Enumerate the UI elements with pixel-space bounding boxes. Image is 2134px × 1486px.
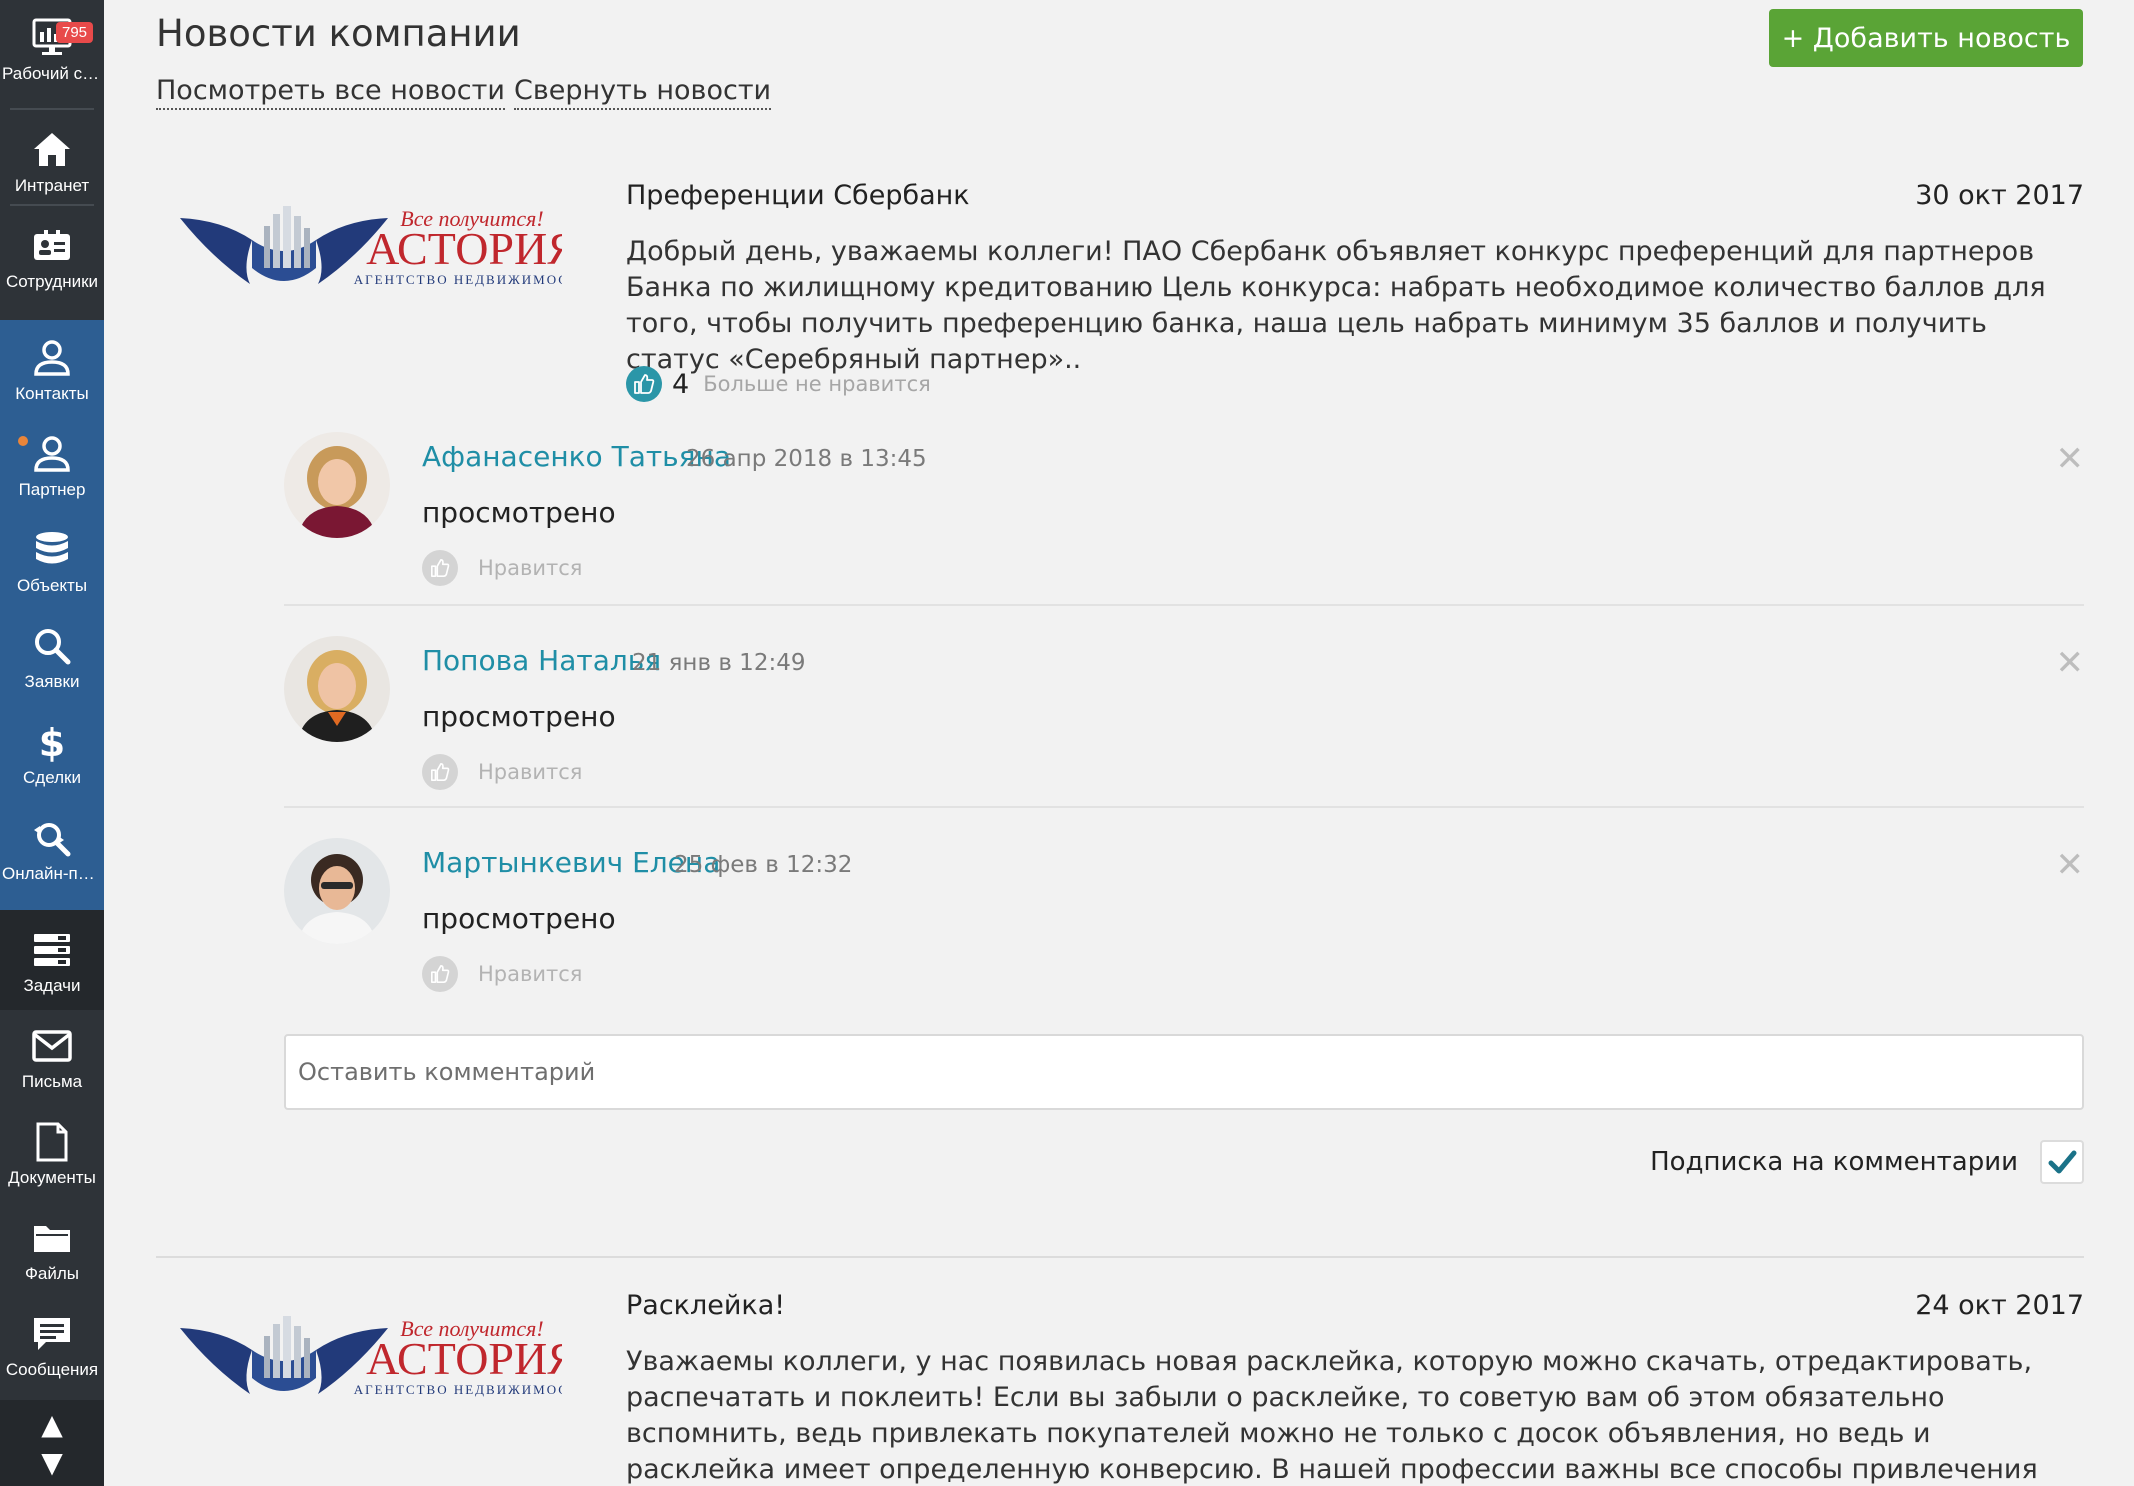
- svg-text:$: $: [39, 721, 65, 764]
- avatar[interactable]: [284, 838, 390, 944]
- news-title[interactable]: Преференции Сбербанк: [626, 180, 970, 211]
- company-logo: Все получится! АСТОРИЯ АГЕНТСТВО НЕДВИЖИ…: [180, 206, 562, 287]
- logo-name: АСТОРИЯ: [366, 223, 562, 274]
- logo-subtitle: АГЕНТСТВО НЕДВИЖИМОСТИ: [354, 272, 562, 287]
- sidebar-item-label: Заявки: [24, 672, 80, 691]
- sidebar-item-requests[interactable]: Заявки: [0, 608, 104, 704]
- comment-author[interactable]: Попова Наталья: [422, 644, 661, 677]
- close-icon[interactable]: ✕: [2056, 442, 2085, 476]
- main-content: Новости компании Посмотреть все новости …: [104, 0, 2134, 1486]
- sidebar-item-label: Файлы: [24, 1264, 79, 1283]
- logo-name: АСТОРИЯ: [366, 1333, 562, 1384]
- sidebar-item-label: Объекты: [16, 576, 88, 595]
- sidebar-item-label: Письма: [21, 1072, 83, 1091]
- comment-date: 26 апр 2018 в 13:45: [686, 446, 927, 472]
- comment-like-label: Нравится: [478, 760, 583, 784]
- subscribe-row: Подписка на комментарии: [1650, 1140, 2084, 1184]
- sidebar-item-intranet[interactable]: Интранет: [0, 112, 104, 208]
- thumbs-up-icon: [634, 374, 655, 394]
- mail-icon: [32, 1030, 72, 1062]
- sidebar-scroll-controls: ▲ ▼: [0, 1404, 104, 1484]
- sidebar: Рабочий стол 795 Интранет Сотрудники Кон…: [0, 0, 104, 1486]
- checkmark-icon: [2048, 1150, 2077, 1174]
- news-date: 24 окт 2017: [1915, 1290, 2084, 1321]
- comment-text: просмотрено: [422, 700, 616, 733]
- sidebar-item-label: Сделки: [23, 768, 81, 787]
- partner-status-dot: [18, 436, 28, 446]
- sidebar-item-messages[interactable]: Сообщения: [0, 1296, 104, 1392]
- sidebar-item-employees[interactable]: Сотрудники: [0, 208, 104, 304]
- message-icon: [34, 1318, 70, 1350]
- database-icon: [36, 532, 68, 564]
- sidebar-item-tasks[interactable]: Задачи: [0, 912, 104, 1008]
- sidebar-item-label: Документы: [8, 1168, 96, 1187]
- news-title[interactable]: Расклейка!: [626, 1290, 785, 1321]
- sidebar-item-contacts[interactable]: Контакты: [0, 320, 104, 416]
- close-icon[interactable]: ✕: [2056, 848, 2085, 882]
- sidebar-item-mail[interactable]: Письма: [0, 1008, 104, 1104]
- comment-like-button[interactable]: Нравится: [422, 550, 582, 586]
- logo-subtitle: АГЕНТСТВО НЕДВИЖИМОСТИ: [354, 1382, 562, 1397]
- comment-like-label: Нравится: [478, 962, 583, 986]
- news-date: 30 окт 2017: [1915, 180, 2084, 211]
- comment-like-button[interactable]: Нравится: [422, 956, 582, 992]
- close-icon[interactable]: ✕: [2056, 646, 2085, 680]
- employee-card-icon: [34, 230, 70, 260]
- comment-author[interactable]: Афанасенко Татьяна: [422, 440, 731, 473]
- comment-date: 25 фев в 12:32: [674, 852, 853, 878]
- sidebar-item-label: Партнер: [18, 480, 86, 499]
- sidebar-item-label: Интранет: [14, 176, 90, 195]
- sidebar-item-label: Онлайн-показ: [2, 864, 102, 883]
- collapse-news-link[interactable]: Свернуть новости: [514, 74, 772, 110]
- notification-badge: 795: [56, 22, 94, 43]
- sidebar-item-label: Контакты: [15, 384, 89, 403]
- partner-person-icon: [34, 436, 70, 472]
- comment-input[interactable]: [284, 1034, 2084, 1110]
- sidebar-item-files[interactable]: Файлы: [0, 1200, 104, 1296]
- comment-text: просмотрено: [422, 496, 616, 529]
- subscribe-label: Подписка на комментарии: [1650, 1147, 2018, 1177]
- add-news-button[interactable]: + Добавить новость: [1769, 9, 2083, 67]
- like-count: 4: [672, 368, 690, 400]
- avatar[interactable]: [284, 432, 390, 538]
- document-icon: [36, 1122, 68, 1162]
- sidebar-item-dashboard[interactable]: Рабочий стол: [0, 0, 104, 96]
- scroll-down-icon[interactable]: ▼: [41, 1446, 63, 1480]
- comment-like-label: Нравится: [478, 556, 583, 580]
- contact-person-icon: [34, 340, 70, 376]
- sidebar-item-objects[interactable]: Объекты: [0, 512, 104, 608]
- page-title: Новости компании: [156, 12, 521, 55]
- sidebar-item-label: Рабочий стол: [2, 64, 102, 83]
- tasks-icon: [34, 934, 70, 966]
- app-window: Рабочий стол 795 Интранет Сотрудники Кон…: [0, 0, 2134, 1486]
- view-all-news-link[interactable]: Посмотреть все новости: [156, 74, 505, 110]
- like-button[interactable]: [626, 366, 662, 402]
- thumbs-up-icon: [422, 956, 458, 992]
- company-logo: Все получится! АСТОРИЯ АГЕНТСТВО НЕДВИЖИ…: [180, 1316, 562, 1397]
- news-text: Добрый день, уважаемы коллеги! ПАО Сберб…: [626, 236, 2046, 375]
- sidebar-item-label: Сообщения: [5, 1360, 99, 1379]
- folder-icon: [34, 1226, 70, 1252]
- news-text: Уважаемы коллеги, у нас появилась новая …: [626, 1346, 2038, 1485]
- avatar[interactable]: [284, 636, 390, 742]
- news-like-row: 4 Больше не нравится: [626, 366, 931, 402]
- sidebar-item-partner[interactable]: Партнер: [0, 416, 104, 512]
- subscribe-checkbox[interactable]: [2040, 1140, 2084, 1184]
- scroll-up-icon[interactable]: ▲: [41, 1408, 63, 1442]
- sidebar-item-documents[interactable]: Документы: [0, 1104, 104, 1200]
- comment-text: просмотрено: [422, 902, 616, 935]
- sidebar-item-label: Задачи: [23, 976, 81, 995]
- unlike-link[interactable]: Больше не нравится: [703, 372, 931, 396]
- online-search-icon: [34, 823, 71, 857]
- sidebar-item-label: Сотрудники: [5, 272, 99, 291]
- sidebar-item-deals[interactable]: $ Сделки: [0, 704, 104, 800]
- comment-like-button[interactable]: Нравится: [422, 754, 582, 790]
- search-icon: [35, 629, 71, 665]
- comment-date: 21 янв в 12:49: [632, 650, 806, 676]
- home-icon: [34, 133, 70, 166]
- dollar-icon: $: [39, 721, 65, 764]
- sidebar-item-online[interactable]: Онлайн-показ: [0, 800, 104, 896]
- thumbs-up-icon: [422, 550, 458, 586]
- thumbs-up-icon: [422, 754, 458, 790]
